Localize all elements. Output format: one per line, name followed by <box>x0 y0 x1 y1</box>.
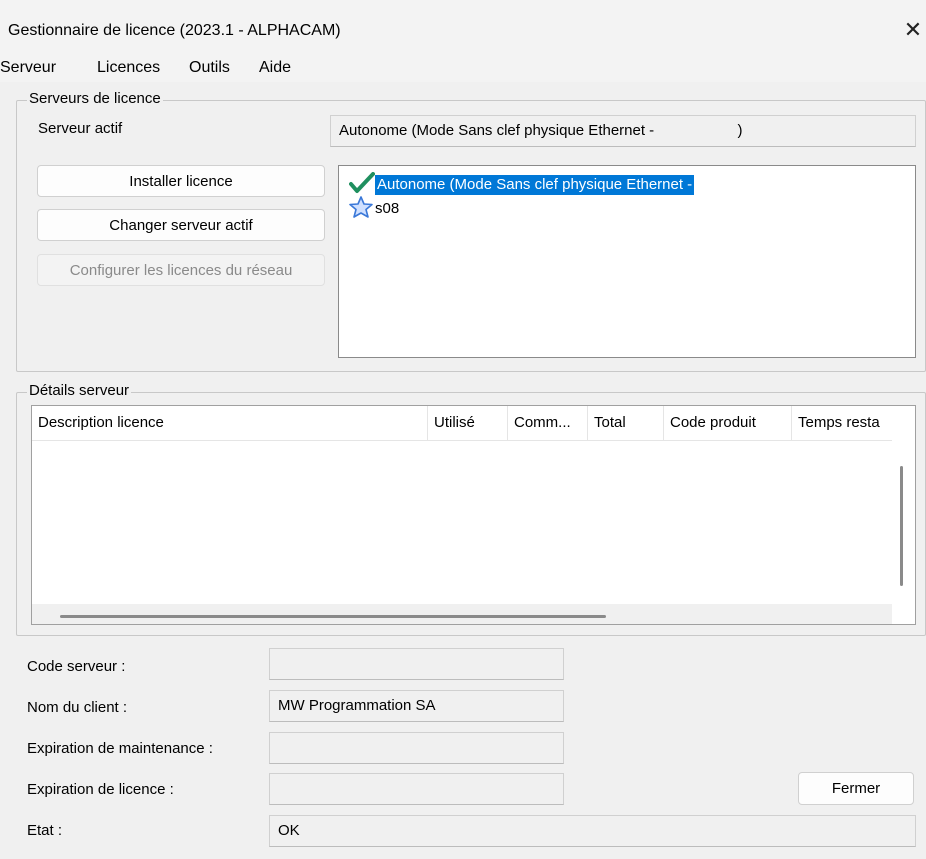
change-active-server-button[interactable]: Changer serveur actif <box>37 209 325 241</box>
menu-outils[interactable]: Outils <box>189 59 230 77</box>
table-header: Description licence Utilisé Comm... Tota… <box>32 406 915 441</box>
license-servers-group-title: Serveurs de licence <box>27 90 163 107</box>
close-icon[interactable]: ✕ <box>900 12 926 48</box>
column-used[interactable]: Utilisé <box>428 406 508 440</box>
server-code-label: Code serveur : <box>27 658 126 675</box>
column-time-remaining[interactable]: Temps resta <box>792 406 892 440</box>
server-list-item-s08[interactable]: s08 <box>349 196 401 222</box>
title-bar: Gestionnaire de licence (2023.1 - ALPHAC… <box>0 0 926 56</box>
star-icon <box>349 196 373 222</box>
close-button[interactable]: Fermer <box>798 772 914 805</box>
state-field: OK <box>269 815 916 847</box>
server-list-item-label: Autonome (Mode Sans clef physique Ethern… <box>375 175 695 195</box>
active-server-field: Autonome (Mode Sans clef physique Ethern… <box>330 115 916 147</box>
column-description[interactable]: Description licence <box>32 406 428 440</box>
column-product-code[interactable]: Code produit <box>664 406 792 440</box>
server-details-group-title: Détails serveur <box>27 382 132 399</box>
install-license-button[interactable]: Installer licence <box>37 165 325 197</box>
server-list-item-label: s08 <box>375 200 400 217</box>
vertical-scrollbar[interactable] <box>892 440 915 606</box>
maintenance-expiry-field <box>269 732 564 764</box>
window-title: Gestionnaire de licence (2023.1 - ALPHAC… <box>8 22 341 39</box>
state-label: Etat : <box>27 822 63 839</box>
column-comm[interactable]: Comm... <box>508 406 588 440</box>
server-list-item-autonome[interactable]: Autonome (Mode Sans clef physique Ethern… <box>349 172 695 198</box>
menu-serveur[interactable]: Serveur <box>0 59 56 77</box>
horizontal-scrollbar-thumb[interactable] <box>60 615 606 618</box>
server-code-field <box>269 648 564 680</box>
vertical-scrollbar-thumb[interactable] <box>900 466 903 586</box>
menu-licences[interactable]: Licences <box>97 59 160 77</box>
menu-aide[interactable]: Aide <box>259 59 291 77</box>
active-server-label: Serveur actif <box>38 120 123 137</box>
client-name-field: MW Programmation SA <box>269 690 564 722</box>
server-list[interactable]: Autonome (Mode Sans clef physique Ethern… <box>338 165 916 358</box>
license-expiry-label: Expiration de licence : <box>27 781 174 798</box>
menu-bar: Serveur Licences Outils Aide <box>0 56 926 82</box>
client-name-label: Nom du client : <box>27 699 128 716</box>
checkmark-icon <box>349 172 375 198</box>
configure-network-licenses-button[interactable]: Configurer les licences du réseau <box>37 254 325 286</box>
license-expiry-field <box>269 773 564 805</box>
horizontal-scrollbar[interactable] <box>32 604 892 624</box>
license-details-table[interactable]: Description licence Utilisé Comm... Tota… <box>31 405 916 625</box>
column-total[interactable]: Total <box>588 406 664 440</box>
maintenance-expiry-label: Expiration de maintenance : <box>27 740 213 757</box>
